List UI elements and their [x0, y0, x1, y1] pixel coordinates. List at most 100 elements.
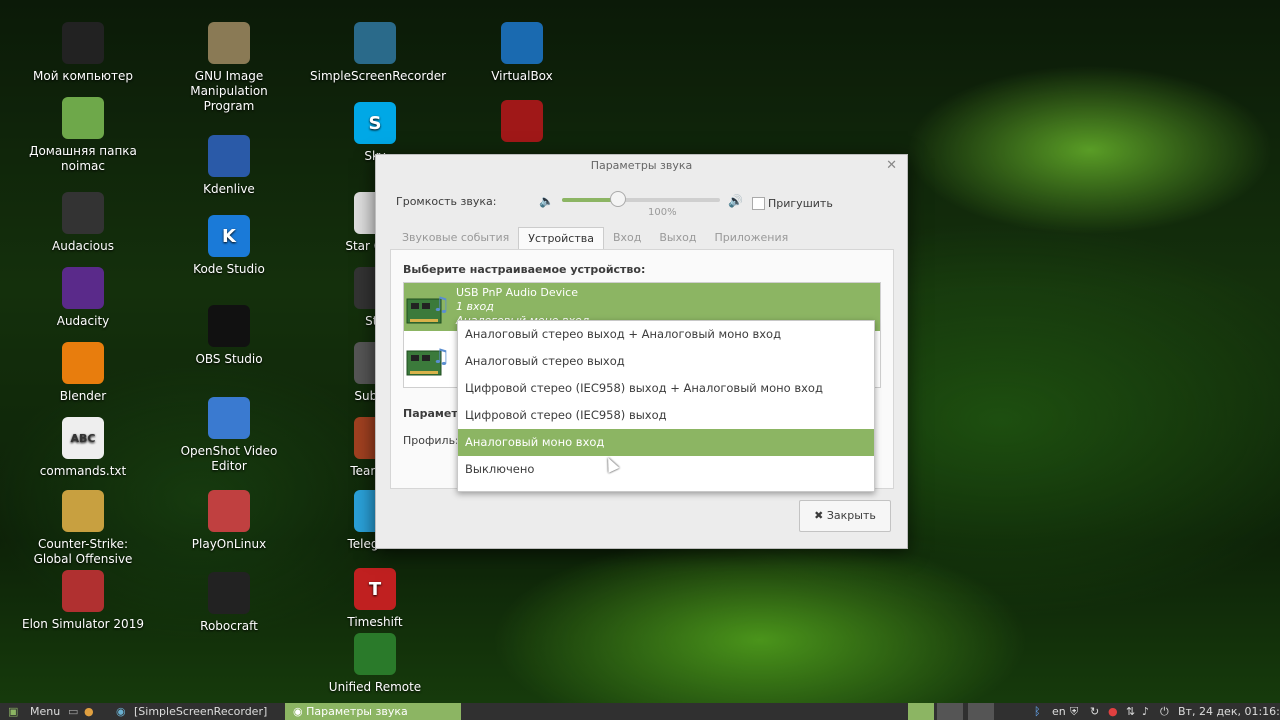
sound-card-icon: ♫ — [406, 344, 448, 376]
desktop-icon-home-folder[interactable]: Домашняя папка noimac — [18, 97, 148, 174]
tab-output[interactable]: Выход — [650, 227, 705, 249]
workspace-1[interactable] — [908, 703, 934, 720]
desktop-icon-label: Unified Remote — [328, 680, 422, 694]
dialog-title: Параметры звука — [590, 159, 693, 172]
volume-slider[interactable] — [562, 198, 720, 202]
desktop-icon-label: VirtualBox — [491, 69, 553, 83]
desktop-icon-gimp[interactable]: GNU Image Manipulation Program — [164, 22, 294, 114]
mint-logo-icon: ▣ — [8, 705, 19, 718]
desktop-icon-audacious[interactable]: Audacious — [18, 192, 148, 254]
volume-label: Громкость звука: — [396, 195, 497, 208]
power-icon[interactable]: ⏻ — [1160, 703, 1169, 720]
desktop-icon-label: Домашняя папка noimac — [29, 144, 137, 173]
desktop-icon-openshot[interactable]: OpenShot Video Editor — [164, 397, 294, 474]
desktop-icon-label: Robocraft — [200, 619, 258, 633]
game-icon — [501, 100, 543, 142]
tab-input[interactable]: Вход — [604, 227, 650, 249]
desktop-icon-blender[interactable]: Blender — [18, 342, 148, 404]
desktop-icon-label: Timeshift — [347, 615, 403, 629]
desktop-icon-obs[interactable]: OBS Studio — [164, 305, 294, 367]
desktop-icon-label: Blender — [59, 389, 107, 403]
desktop-icon-label: Audacious — [52, 239, 114, 253]
svg-text:♫: ♫ — [432, 292, 448, 316]
task-simplescreenrecorder[interactable]: [SimpleScreenRecorder] — [134, 703, 267, 720]
desktop-icon-text-file[interactable]: ABC commands.txt — [18, 417, 148, 479]
menu-item[interactable]: Цифровой стерео (IEC958) выход — [458, 402, 874, 429]
select-device-label: Выберите настраиваемое устройство: — [403, 263, 646, 276]
close-button[interactable]: ✖ Закрыть — [799, 500, 891, 532]
desktop-icon-game[interactable] — [457, 100, 587, 147]
mute-label: Пригушить — [768, 197, 833, 210]
desktop-icon-kdenlive[interactable]: Kdenlive — [164, 135, 294, 197]
tab-sound-events[interactable]: Звуковые события — [393, 227, 518, 249]
audacious-icon — [62, 192, 104, 234]
volume-slider-handle[interactable] — [610, 191, 626, 207]
desktop-icon-playonlinux[interactable]: PlayOnLinux — [164, 490, 294, 552]
virtualbox-icon — [501, 22, 543, 64]
tab-applications[interactable]: Приложения — [705, 227, 797, 249]
desktop-icon-label: Kdenlive — [203, 182, 255, 196]
volume-icon[interactable]: ♪ — [1142, 703, 1149, 720]
obs-icon — [208, 305, 250, 347]
home-folder-icon — [62, 97, 104, 139]
desktop-icon-label: OBS Studio — [195, 352, 263, 366]
tab-devices[interactable]: Устройства — [518, 227, 604, 249]
kode-studio-icon: K — [208, 215, 250, 257]
my-computer-icon — [62, 22, 104, 64]
network-icon[interactable]: ⇅ — [1126, 703, 1135, 720]
update-icon[interactable]: ↻ — [1090, 703, 1099, 720]
menu-button[interactable]: Menu — [30, 703, 60, 720]
svg-text:♫: ♫ — [432, 344, 448, 368]
desktop-icon-label: Мой компьютер — [33, 69, 133, 83]
menu-item-highlighted[interactable]: Аналоговый моно вход — [458, 429, 874, 456]
desktop-icon-label: Audacity — [56, 314, 110, 328]
sound-card-icon: ♫ — [406, 292, 448, 324]
clock[interactable]: Вт, 24 дек, 01:16:4 — [1178, 703, 1280, 720]
desktop-icon-virtualbox[interactable]: VirtualBox — [457, 22, 587, 84]
desktop-icon-label: Elon Simulator 2019 — [22, 617, 144, 631]
desktop-icon-unified-remote[interactable]: Unified Remote — [310, 633, 440, 695]
task-sound-settings[interactable]: ◉ Параметры звука — [285, 703, 461, 720]
close-icon[interactable]: ✕ — [886, 158, 897, 173]
task-sound-settings-label: Параметры звука — [306, 705, 408, 718]
desktop-icon-audacity[interactable]: Audacity — [18, 267, 148, 329]
desktop-icon-my-computer[interactable]: Мой компьютер — [18, 22, 148, 84]
text-file-icon: ABC — [62, 417, 104, 459]
audacity-icon — [62, 267, 104, 309]
profile-dropdown-menu: Аналоговый стерео выход + Аналоговый мон… — [457, 320, 875, 492]
firefox-icon[interactable]: ● — [84, 703, 94, 720]
speaker-high-icon: 🔊 — [728, 194, 743, 208]
unified-remote-icon — [354, 633, 396, 675]
show-desktop-icon[interactable]: ▭ — [68, 703, 78, 720]
robocraft-icon — [208, 572, 250, 614]
menu-item[interactable]: Аналоговый стерео выход + Аналоговый мон… — [458, 321, 874, 348]
desktop-icon-label: PlayOnLinux — [191, 537, 267, 551]
keyboard-layout[interactable]: en — [1052, 703, 1066, 720]
shield-icon[interactable]: ⛨ — [1070, 703, 1078, 720]
record-icon[interactable]: ● — [1108, 703, 1118, 720]
desktop-icon-robocraft[interactable]: Robocraft — [164, 572, 294, 634]
mute-checkbox[interactable] — [752, 197, 765, 210]
simplescreenrecorder-icon — [354, 22, 396, 64]
kdenlive-icon — [208, 135, 250, 177]
desktop-icon-elon-simulator[interactable]: Elon Simulator 2019 — [18, 570, 148, 632]
menu-item[interactable]: Аналоговый стерео выход — [458, 348, 874, 375]
skype-icon: S — [354, 102, 396, 144]
device-detail: 1 вход — [456, 300, 494, 313]
workspace-3[interactable] — [968, 703, 994, 720]
device-name: USB PnP Audio Device — [456, 286, 578, 299]
bluetooth-icon[interactable]: ᛒ — [1034, 703, 1041, 720]
menu-item[interactable]: Цифровой стерео (IEC958) выход + Аналого… — [458, 375, 874, 402]
menu-item[interactable]: Выключено — [458, 456, 874, 483]
desktop-icon-simplescreenrecorder[interactable]: SimpleScreenRecorder — [310, 22, 446, 84]
desktop-icon-csgo[interactable]: Counter-Strike: Global Offensive — [18, 490, 148, 567]
elon-simulator-icon — [62, 570, 104, 612]
recorder-task-icon: ◉ — [116, 705, 126, 718]
desktop-icon-label: Kode Studio — [193, 262, 265, 276]
desktop-icon-label: OpenShot Video Editor — [180, 444, 278, 473]
profile-label: Профиль: — [403, 434, 459, 447]
desktop-icon-timeshift[interactable]: T Timeshift — [310, 568, 440, 630]
desktop-icon-kode-studio[interactable]: K Kode Studio — [164, 215, 294, 277]
blender-icon — [62, 342, 104, 384]
workspace-2[interactable] — [937, 703, 963, 720]
